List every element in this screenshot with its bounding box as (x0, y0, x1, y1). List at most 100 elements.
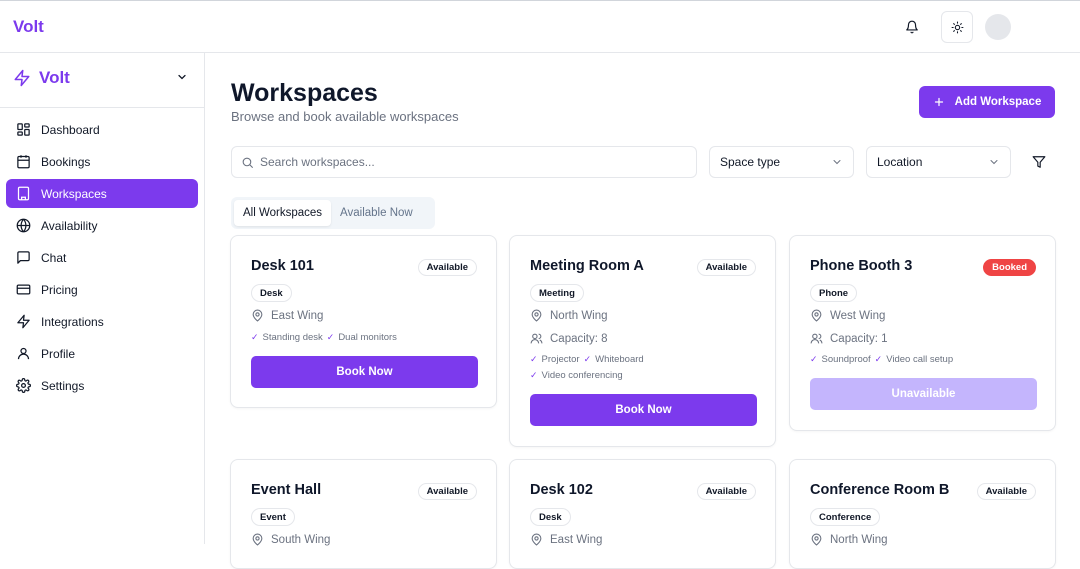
space-type-select[interactable]: Space type (709, 146, 854, 178)
feature-text: Video call setup (886, 354, 954, 365)
add-workspace-label: Add Workspace (954, 96, 1042, 108)
type-badge: Meeting (530, 284, 584, 302)
sidebar-item-chat[interactable]: Chat (6, 243, 198, 272)
sidebar-item-label: Pricing (41, 282, 78, 297)
check-icon: ✓ (874, 354, 883, 364)
feature-text: Whiteboard (595, 354, 644, 365)
bell-icon (906, 20, 918, 34)
features-row: ✓ Projector ✓ Whiteboard (530, 354, 644, 365)
sun-icon (951, 21, 963, 33)
gear-icon (16, 378, 31, 393)
workspace-name: Desk 101 (251, 258, 314, 274)
location-value: Location (877, 155, 923, 169)
location-text: East Wing (271, 309, 324, 322)
map-pin-icon (252, 309, 263, 322)
calendar-icon (17, 155, 30, 169)
status-badge: Available (696, 259, 756, 276)
plus-icon (934, 97, 943, 107)
workspace-switcher[interactable]: Volt (13, 68, 188, 88)
capacity-text: Capacity: 1 (830, 332, 888, 345)
page-subtitle: Browse and book available workspaces (231, 109, 459, 124)
main-content: Workspaces Browse and book available wor… (205, 53, 1080, 569)
status-badge: Available (417, 259, 477, 276)
user-avatar[interactable] (985, 14, 1011, 40)
workspace-card: Phone Booth 3 Booked Phone West Wing Cap… (789, 235, 1056, 431)
type-badge: Desk (251, 284, 292, 302)
globe-icon (16, 218, 31, 233)
sidebar-item-label: Integrations (41, 314, 104, 329)
credit-card-icon (16, 284, 31, 295)
type-badge: Phone (810, 284, 858, 302)
status-badge: Available (696, 483, 756, 500)
workspace-card: Conference Room B Available Conference N… (789, 459, 1056, 569)
map-pin-icon (252, 533, 263, 546)
workspace-card: Desk 102 Available Desk East Wing (509, 459, 776, 569)
notifications-button[interactable] (900, 15, 924, 39)
users-icon (810, 333, 823, 344)
sidebar-item-settings[interactable]: Settings (6, 371, 198, 400)
features-row: ✓ Standing desk ✓ Dual monitors (251, 332, 397, 343)
chevron-down-icon (990, 160, 998, 165)
space-type-value: Space type (720, 155, 781, 169)
user-icon (17, 347, 30, 360)
sidebar-item-workspaces[interactable]: Workspaces (6, 179, 198, 208)
sidebar-item-label: Profile (41, 346, 76, 361)
book-now-button[interactable]: Book Now (251, 356, 478, 388)
workspace-name: Meeting Room A (530, 258, 644, 274)
check-icon: ✓ (530, 354, 538, 364)
check-icon: ✓ (251, 332, 259, 342)
sidebar-divider (0, 107, 205, 108)
search-icon (242, 157, 253, 168)
filter-button[interactable] (1027, 151, 1051, 173)
capacity-row: Capacity: 1 (810, 332, 888, 345)
workspace-name: Event Hall (251, 482, 322, 498)
feature-text: Soundproof (821, 354, 871, 365)
sidebar-item-availability[interactable]: Availability (6, 211, 198, 240)
type-badge: Conference (810, 508, 881, 526)
search-input[interactable] (260, 155, 680, 169)
check-icon: ✓ (583, 354, 592, 364)
dashboard-icon (17, 123, 30, 136)
type-badge: Event (251, 508, 295, 526)
workspace-name: Phone Booth 3 (810, 258, 913, 274)
filter-icon (1032, 156, 1046, 168)
search-box (231, 146, 697, 178)
location-text: West Wing (830, 309, 886, 322)
capacity-row: Capacity: 8 (530, 332, 608, 345)
page-title: Workspaces (231, 79, 378, 107)
sidebar-nav: Dashboard Bookings Workspaces Availabili… (6, 115, 198, 403)
tab-available-now[interactable]: Available Now (331, 200, 422, 226)
workspace-name: Desk 102 (530, 482, 593, 498)
location-select[interactable]: Location (866, 146, 1011, 178)
sidebar-item-integrations[interactable]: Integrations (6, 307, 198, 336)
features-row: ✓ Video conferencing (530, 370, 623, 381)
status-badge: Booked (983, 259, 1036, 276)
check-icon: ✓ (326, 332, 335, 342)
check-icon: ✓ (530, 370, 538, 380)
sidebar-item-label: Bookings (41, 154, 91, 169)
sidebar-item-label: Availability (41, 218, 98, 233)
map-pin-icon (531, 309, 542, 322)
add-workspace-button[interactable]: Add Workspace (919, 86, 1055, 118)
map-pin-icon (811, 533, 822, 546)
tab-all-workspaces[interactable]: All Workspaces (234, 200, 332, 226)
location-row: North Wing (530, 309, 608, 322)
sidebar-item-pricing[interactable]: Pricing (6, 275, 198, 304)
location-row: East Wing (251, 309, 323, 322)
location-row: West Wing (810, 309, 885, 322)
book-now-button[interactable]: Book Now (530, 394, 757, 426)
sidebar-item-dashboard[interactable]: Dashboard (6, 115, 198, 144)
zap-icon (17, 314, 30, 329)
type-badge: Desk (530, 508, 571, 526)
app-logo[interactable]: Volt (13, 17, 44, 37)
location-row: North Wing (810, 533, 888, 546)
chat-icon (17, 251, 30, 264)
sidebar-item-profile[interactable]: Profile (6, 339, 198, 368)
workspace-card: Meeting Room A Available Meeting North W… (509, 235, 776, 447)
theme-toggle-button[interactable] (941, 11, 973, 43)
sidebar-brand-name: Volt (39, 68, 70, 87)
zap-icon (14, 69, 30, 87)
sidebar-item-label: Settings (41, 378, 85, 393)
sidebar-item-bookings[interactable]: Bookings (6, 147, 198, 176)
feature-text: Dual monitors (338, 332, 397, 343)
